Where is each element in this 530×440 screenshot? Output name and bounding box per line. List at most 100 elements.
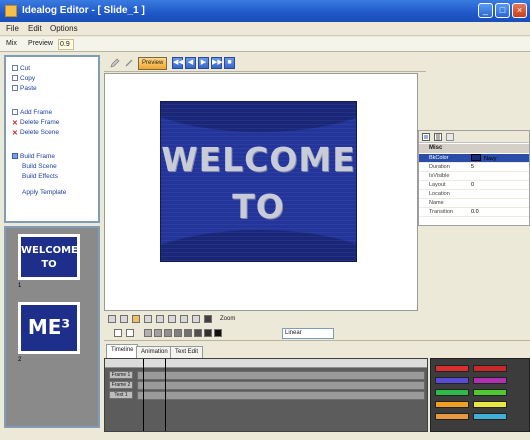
timeline-marker[interactable] [165,359,166,431]
easing-dropdown[interactable]: Linear [282,328,334,339]
swatch-white-2[interactable] [126,329,134,337]
zoom-label: Zoom [220,316,236,322]
preview-label[interactable]: Preview [28,40,53,47]
tab-timeline[interactable]: Timeline [106,344,139,358]
task-build-frame[interactable]: Build Frame [12,153,55,160]
swatch-white[interactable] [114,329,122,337]
timeline-ruler[interactable] [105,359,427,368]
tab-text-edit[interactable]: Text Edit [170,346,204,358]
swatch-grey-6[interactable] [194,329,202,337]
swatch-grey-5[interactable] [184,329,192,337]
track-label-2[interactable]: Frame 2 [109,381,133,389]
timeline-playhead[interactable] [143,359,144,431]
slide-thumbnail-1[interactable]: WELCOME TO [18,234,80,280]
mode-value-field[interactable]: 0.9 [58,39,74,50]
tool-snap-icon[interactable] [180,315,188,323]
nav-last-button[interactable]: ▶▶ [211,57,223,69]
nav-next-button[interactable]: ▶ [198,57,209,69]
palette-swatch-5[interactable] [435,389,469,396]
nav-stop-button[interactable]: ■ [224,57,235,69]
bottom-tabs: Timeline Animation Text Edit [104,344,530,358]
palette-swatch-4[interactable] [473,377,507,384]
timeline-track-3[interactable] [137,391,425,400]
title-bar: Idealog Editor - [ Slide_1 ] _ □ × [0,0,530,22]
palette-swatch-1[interactable] [435,365,469,372]
task-delete-frame[interactable]: ✕ Delete Frame [12,119,59,127]
tool-select-icon[interactable] [108,315,116,323]
tool-grid-icon[interactable] [192,315,200,323]
swatch-black[interactable] [214,329,222,337]
track-label-1[interactable]: Frame 1 [109,371,133,379]
palette-swatch-9[interactable] [435,413,469,420]
categorized-icon[interactable] [422,133,430,141]
maximize-button[interactable]: □ [495,3,510,18]
tool-move-icon[interactable] [120,315,128,323]
task-apply-template[interactable]: Apply Template [22,189,66,196]
slide-number-1: 1 [18,283,22,289]
menu-file[interactable]: File [6,24,19,33]
brush-icon[interactable] [124,58,134,68]
minimize-button[interactable]: _ [478,3,493,18]
swatch-grey-3[interactable] [164,329,172,337]
tool-fill-icon[interactable] [204,315,212,323]
property-category[interactable]: Misc [419,144,529,153]
palette-swatch-10[interactable] [473,413,507,420]
swatch-grey-2[interactable] [154,329,162,337]
track-label-3[interactable]: Text 1 [109,391,133,399]
property-row-bkcolor[interactable]: BkColor Navy [419,154,529,163]
property-row-transition[interactable]: Transition 0.0 [419,208,529,217]
tool-align-icon[interactable] [168,315,176,323]
tool-scale-icon[interactable] [144,315,152,323]
swatch-grey-1[interactable] [144,329,152,337]
swatch-grey-4[interactable] [174,329,182,337]
timeline-toolbar-2: Linear [104,327,530,341]
properties-panel: Misc BkColor Navy Duration 5 IsVisible L… [418,130,530,226]
preview-button[interactable]: Preview [138,57,168,70]
property-row-isvisible[interactable]: IsVisible [419,172,529,181]
window-title: Idealog Editor - [ Slide_1 ] [22,5,145,16]
palette-swatch-6[interactable] [473,389,507,396]
slide-thumbnail-2[interactable]: ME³ [18,302,80,354]
pencil-icon[interactable] [110,58,120,68]
task-build-scene[interactable]: Build Scene [22,163,57,170]
task-cut[interactable]: Cut [12,65,30,72]
task-paste[interactable]: Paste [12,85,37,92]
property-row-duration[interactable]: Duration 5 [419,163,529,172]
close-button[interactable]: × [512,3,527,18]
slide-text-line2[interactable]: TO [161,187,356,226]
alphabetical-icon[interactable] [434,133,442,141]
editor-toolbar: Preview ◀◀ ◀ ▶ ▶▶ ■ [104,55,426,72]
tool-active-icon[interactable] [132,315,140,323]
timeline-track-1[interactable] [137,371,425,380]
tab-animation[interactable]: Animation [136,346,173,358]
mix-label[interactable]: Mix [6,40,17,47]
document-icon [12,65,18,71]
properties-toolbar [419,131,529,143]
nav-prev-button[interactable]: ◀ [185,57,196,69]
thumb-1-line2: TO [41,259,57,270]
color-palette [430,358,530,432]
slide-canvas-area: WELCOME TO [104,73,418,311]
task-delete-scene[interactable]: ✕ Delete Scene [12,129,59,137]
palette-swatch-7[interactable] [435,401,469,408]
property-row-name[interactable]: Name [419,199,529,208]
slide-preview[interactable]: WELCOME TO [160,101,357,262]
nav-first-button[interactable]: ◀◀ [172,57,184,69]
task-copy[interactable]: Copy [12,75,35,82]
property-pages-icon[interactable] [446,133,454,141]
document-icon [12,85,18,91]
tool-rotate-icon[interactable] [156,315,164,323]
swatch-grey-7[interactable] [204,329,212,337]
slide-text-line1[interactable]: WELCOME [161,140,356,179]
property-row-layout[interactable]: Layout 0 [419,181,529,190]
task-build-effects[interactable]: Build Effects [22,173,58,180]
palette-swatch-3[interactable] [435,377,469,384]
palette-swatch-2[interactable] [473,365,507,372]
task-add-frame[interactable]: Add Frame [12,109,52,116]
property-row-location[interactable]: Location [419,190,529,199]
timeline-track-2[interactable] [137,381,425,390]
timeline-panel: Frame 1 Frame 2 Text 1 [104,358,428,432]
menu-edit[interactable]: Edit [28,24,42,33]
palette-swatch-8[interactable] [473,401,507,408]
menu-options[interactable]: Options [50,24,78,33]
